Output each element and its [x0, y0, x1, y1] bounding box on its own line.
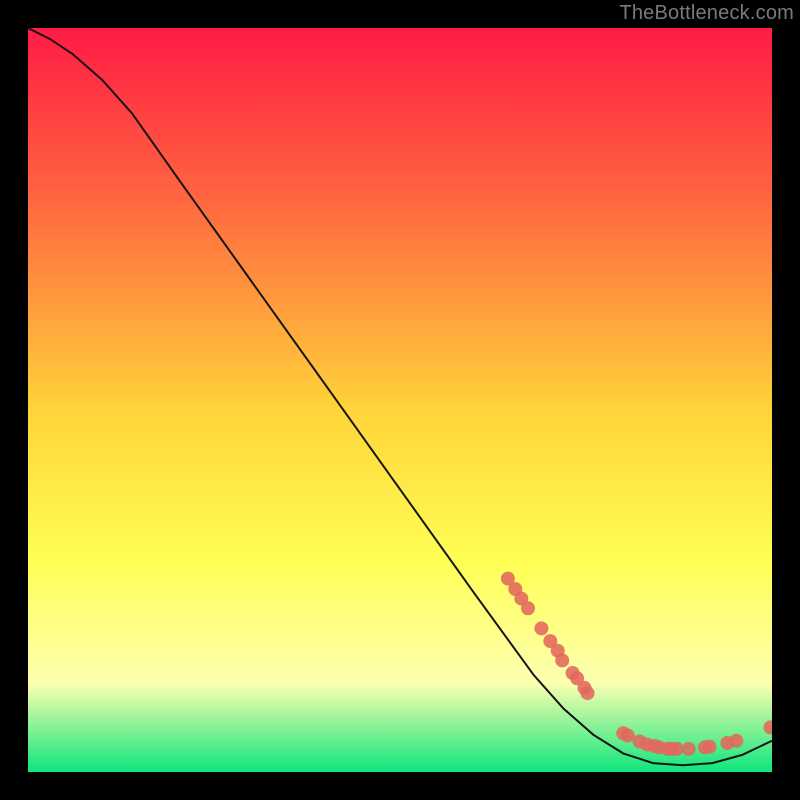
data-marker — [555, 653, 569, 667]
data-marker — [621, 729, 635, 743]
data-marker — [703, 740, 717, 754]
plot-area — [28, 28, 772, 772]
data-marker — [682, 742, 696, 756]
gradient-background — [28, 28, 772, 772]
data-marker — [729, 734, 743, 748]
bottleneck-chart — [28, 28, 772, 772]
attribution-label: TheBottleneck.com — [619, 2, 794, 25]
chart-frame: TheBottleneck.com — [0, 0, 800, 800]
data-marker — [581, 686, 595, 700]
data-marker — [534, 621, 548, 635]
data-marker — [521, 601, 535, 615]
